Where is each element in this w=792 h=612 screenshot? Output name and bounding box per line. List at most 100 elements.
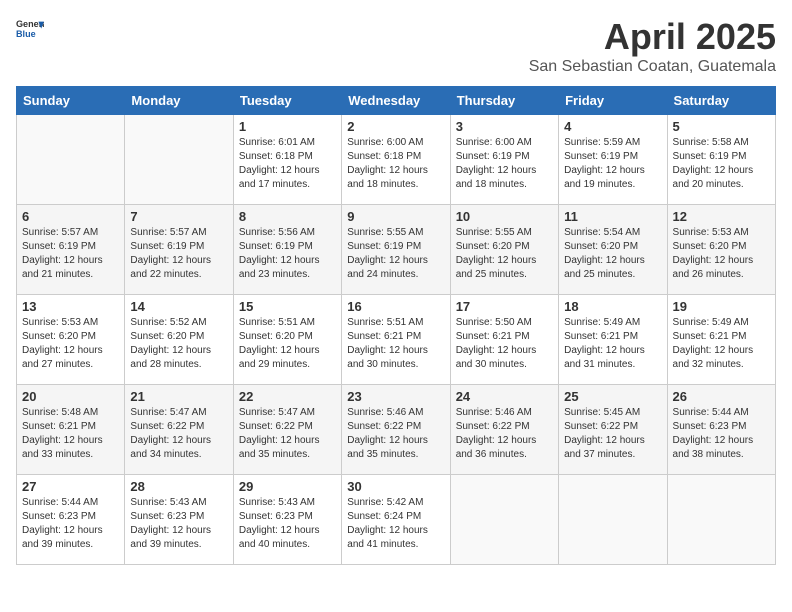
calendar-cell: 26 Sunrise: 5:44 AMSunset: 6:23 PMDayligh… [667,385,775,475]
day-number: 13 [22,299,119,314]
day-number: 19 [673,299,770,314]
day-header-tuesday: Tuesday [233,87,341,115]
day-number: 14 [130,299,227,314]
calendar-cell [450,475,558,565]
day-number: 26 [673,389,770,404]
svg-text:Blue: Blue [16,29,36,39]
day-number: 10 [456,209,553,224]
day-info: Sunrise: 5:45 AMSunset: 6:22 PMDaylight:… [564,406,661,462]
calendar-cell: 12 Sunrise: 5:53 AMSunset: 6:20 PMDayligh… [667,205,775,295]
day-number: 29 [239,479,336,494]
day-number: 2 [347,119,444,134]
calendar-cell: 18 Sunrise: 5:49 AMSunset: 6:21 PMDayligh… [559,295,667,385]
calendar-week-row: 1Sunrise: 6:01 AMSunset: 6:18 PMDaylight… [17,115,776,205]
calendar-week-row: 20 Sunrise: 5:48 AMSunset: 6:21 PMDayligh… [17,385,776,475]
day-info: Sunrise: 5:49 AMSunset: 6:21 PMDaylight:… [673,316,770,372]
day-info: Sunrise: 5:55 AMSunset: 6:19 PMDaylight:… [347,226,444,282]
day-number: 11 [564,209,661,224]
day-info: Sunrise: 5:44 AMSunset: 6:23 PMDaylight:… [22,496,119,552]
calendar-cell [17,115,125,205]
day-info: Sunrise: 5:59 AMSunset: 6:19 PMDaylight:… [564,136,661,192]
day-number: 25 [564,389,661,404]
calendar-week-row: 13 Sunrise: 5:53 AMSunset: 6:20 PMDayligh… [17,295,776,385]
day-number: 3 [456,119,553,134]
day-info: Sunrise: 5:46 AMSunset: 6:22 PMDaylight:… [347,406,444,462]
calendar-cell [559,475,667,565]
title-area: April 2025 San Sebastian Coatan, Guatema… [529,16,776,76]
day-info: Sunrise: 5:44 AMSunset: 6:23 PMDaylight:… [673,406,770,462]
calendar-cell: 7Sunrise: 5:57 AMSunset: 6:19 PMDaylight… [125,205,233,295]
logo-icon: General Blue [16,16,44,44]
calendar-header-row: SundayMondayTuesdayWednesdayThursdayFrid… [17,87,776,115]
day-info: Sunrise: 5:52 AMSunset: 6:20 PMDaylight:… [130,316,227,372]
calendar-cell: 23 Sunrise: 5:46 AMSunset: 6:22 PMDayligh… [342,385,450,475]
logo: General Blue [16,16,44,44]
day-number: 27 [22,479,119,494]
day-info: Sunrise: 5:48 AMSunset: 6:21 PMDaylight:… [22,406,119,462]
day-info: Sunrise: 5:47 AMSunset: 6:22 PMDaylight:… [239,406,336,462]
day-number: 12 [673,209,770,224]
day-info: Sunrise: 5:42 AMSunset: 6:24 PMDaylight:… [347,496,444,552]
day-header-thursday: Thursday [450,87,558,115]
calendar-cell: 1Sunrise: 6:01 AMSunset: 6:18 PMDaylight… [233,115,341,205]
calendar-cell: 14 Sunrise: 5:52 AMSunset: 6:20 PMDayligh… [125,295,233,385]
calendar-cell [125,115,233,205]
day-info: Sunrise: 5:47 AMSunset: 6:22 PMDaylight:… [130,406,227,462]
calendar-cell: 11 Sunrise: 5:54 AMSunset: 6:20 PMDayligh… [559,205,667,295]
calendar-cell [667,475,775,565]
calendar-cell: 19 Sunrise: 5:49 AMSunset: 6:21 PMDayligh… [667,295,775,385]
day-info: Sunrise: 5:57 AMSunset: 6:19 PMDaylight:… [22,226,119,282]
day-number: 28 [130,479,227,494]
day-info: Sunrise: 6:00 AMSunset: 6:18 PMDaylight:… [347,136,444,192]
day-number: 15 [239,299,336,314]
day-info: Sunrise: 5:58 AMSunset: 6:19 PMDaylight:… [673,136,770,192]
day-info: Sunrise: 5:51 AMSunset: 6:21 PMDaylight:… [347,316,444,372]
day-info: Sunrise: 5:49 AMSunset: 6:21 PMDaylight:… [564,316,661,372]
day-number: 22 [239,389,336,404]
calendar-cell: 21Sunrise: 5:47 AMSunset: 6:22 PMDayligh… [125,385,233,475]
day-number: 7 [130,209,227,224]
calendar-cell: 16 Sunrise: 5:51 AMSunset: 6:21 PMDayligh… [342,295,450,385]
calendar-week-row: 6 Sunrise: 5:57 AMSunset: 6:19 PMDaylight… [17,205,776,295]
calendar-cell: 29 Sunrise: 5:43 AMSunset: 6:23 PMDayligh… [233,475,341,565]
day-info: Sunrise: 5:50 AMSunset: 6:21 PMDaylight:… [456,316,553,372]
day-number: 20 [22,389,119,404]
calendar-cell: 22 Sunrise: 5:47 AMSunset: 6:22 PMDayligh… [233,385,341,475]
calendar-cell: 24Sunrise: 5:46 AMSunset: 6:22 PMDayligh… [450,385,558,475]
day-number: 23 [347,389,444,404]
day-number: 4 [564,119,661,134]
calendar-table: SundayMondayTuesdayWednesdayThursdayFrid… [16,86,776,565]
calendar-cell: 20 Sunrise: 5:48 AMSunset: 6:21 PMDayligh… [17,385,125,475]
calendar-cell: 8 Sunrise: 5:56 AMSunset: 6:19 PMDaylight… [233,205,341,295]
calendar-cell: 10 Sunrise: 5:55 AMSunset: 6:20 PMDayligh… [450,205,558,295]
subtitle: San Sebastian Coatan, Guatemala [529,58,776,76]
day-number: 8 [239,209,336,224]
day-info: Sunrise: 5:53 AMSunset: 6:20 PMDaylight:… [673,226,770,282]
day-number: 17 [456,299,553,314]
day-info: Sunrise: 5:56 AMSunset: 6:19 PMDaylight:… [239,226,336,282]
day-number: 16 [347,299,444,314]
day-info: Sunrise: 5:43 AMSunset: 6:23 PMDaylight:… [130,496,227,552]
day-info: Sunrise: 5:46 AMSunset: 6:22 PMDaylight:… [456,406,553,462]
day-number: 18 [564,299,661,314]
day-info: Sunrise: 5:43 AMSunset: 6:23 PMDaylight:… [239,496,336,552]
day-number: 30 [347,479,444,494]
calendar-cell: 13 Sunrise: 5:53 AMSunset: 6:20 PMDayligh… [17,295,125,385]
day-number: 1 [239,119,336,134]
calendar-cell: 3 Sunrise: 6:00 AMSunset: 6:19 PMDaylight… [450,115,558,205]
day-info: Sunrise: 5:55 AMSunset: 6:20 PMDaylight:… [456,226,553,282]
day-info: Sunrise: 5:53 AMSunset: 6:20 PMDaylight:… [22,316,119,372]
day-info: Sunrise: 6:00 AMSunset: 6:19 PMDaylight:… [456,136,553,192]
day-info: Sunrise: 5:54 AMSunset: 6:20 PMDaylight:… [564,226,661,282]
calendar-cell: 15Sunrise: 5:51 AMSunset: 6:20 PMDayligh… [233,295,341,385]
calendar-cell: 27 Sunrise: 5:44 AMSunset: 6:23 PMDayligh… [17,475,125,565]
calendar-cell: 30 Sunrise: 5:42 AMSunset: 6:24 PMDayligh… [342,475,450,565]
day-header-monday: Monday [125,87,233,115]
day-number: 6 [22,209,119,224]
header: General Blue April 2025 San Sebastian Co… [16,16,776,76]
day-header-wednesday: Wednesday [342,87,450,115]
calendar-cell: 25 Sunrise: 5:45 AMSunset: 6:22 PMDayligh… [559,385,667,475]
day-header-saturday: Saturday [667,87,775,115]
calendar-cell: 4 Sunrise: 5:59 AMSunset: 6:19 PMDaylight… [559,115,667,205]
calendar-cell: 5Sunrise: 5:58 AMSunset: 6:19 PMDaylight… [667,115,775,205]
